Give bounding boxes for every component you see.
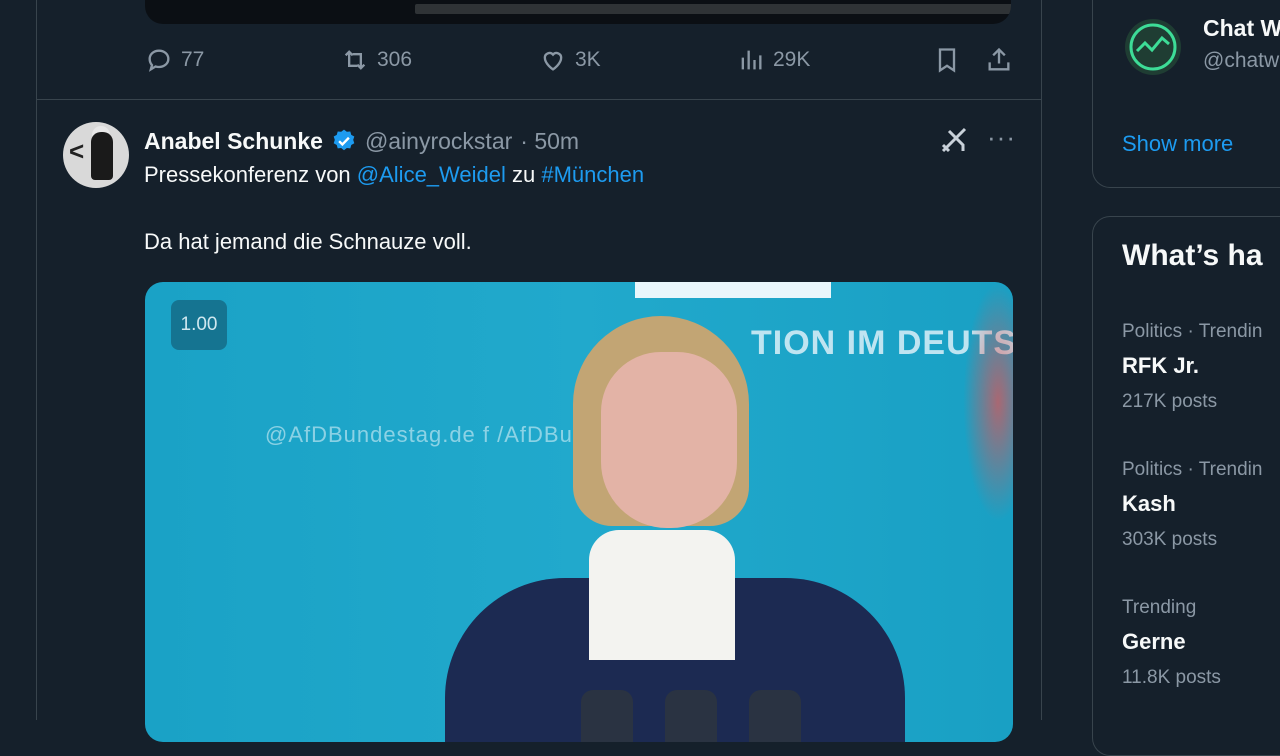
trend-topic: Gerne (1122, 629, 1186, 654)
hashtag-link[interactable]: #München (541, 162, 644, 187)
account-handle[interactable]: @chatw (1203, 49, 1279, 73)
tweet-text-line1: Pressekonferenz von @Alice_Weidel zu #Mü… (144, 162, 644, 188)
microphone (665, 690, 717, 742)
chart-logo-icon (1129, 23, 1177, 71)
repost-count: 306 (377, 48, 413, 71)
trend-topic: RFK Jr. (1122, 353, 1200, 378)
grok-icon[interactable] (939, 125, 969, 155)
account-name[interactable]: Chat W (1203, 15, 1280, 42)
previous-tweet-media[interactable] (145, 0, 1011, 24)
verified-badge-icon (333, 129, 355, 151)
mention-link[interactable]: @Alice_Weidel (357, 162, 506, 187)
bookmark-button[interactable] (933, 46, 961, 74)
avatar-figure (91, 132, 113, 180)
trend-count: 11.8K posts (1122, 667, 1221, 688)
who-to-follow-panel: Chat W @chatw Show more (1092, 0, 1280, 188)
microphone (749, 690, 801, 742)
avatar-chevron-glyph: < (69, 136, 85, 166)
previous-tweet-actions: 77 306 3K 29K (145, 46, 1013, 80)
microphone (581, 690, 633, 742)
like-button[interactable]: 3K (539, 46, 601, 74)
timeline: 77 306 3K 29K < Anabel Schunke @ainyrock… (36, 0, 1042, 742)
tweet-text-prefix: Pressekonferenz von (144, 162, 357, 187)
show-more-link[interactable]: Show more (1122, 131, 1233, 157)
author-handle[interactable]: @ainyrockstar (365, 128, 512, 155)
more-options-icon[interactable]: ··· (987, 122, 1016, 153)
bookmark-icon (938, 48, 956, 73)
video-progress-bar[interactable] (415, 4, 1011, 14)
repost-icon (344, 50, 366, 70)
heart-icon (543, 51, 563, 71)
like-count: 3K (575, 48, 601, 71)
video-banner (635, 282, 831, 298)
chat-account-avatar[interactable] (1125, 19, 1181, 75)
reply-count: 77 (181, 48, 205, 71)
share-icon (988, 47, 1010, 71)
playback-speed-badge[interactable]: 1.00 (171, 300, 227, 350)
trend-context: Politics · Trendin (1122, 459, 1263, 480)
trend-topic: Kash (1122, 491, 1176, 516)
whats-happening-title: What’s ha (1122, 239, 1263, 272)
video-red-blur (963, 282, 1013, 522)
repost-button[interactable]: 306 (341, 46, 412, 74)
tweet-text-mid: zu (505, 162, 542, 187)
tweet-divider (37, 99, 1041, 100)
speaker-face (601, 352, 737, 528)
trend-count: 217K posts (1122, 391, 1218, 412)
author-name[interactable]: Anabel Schunke (144, 128, 323, 155)
trend-context: Politics · Trendin (1122, 321, 1263, 342)
views-icon (741, 50, 762, 70)
tweet-time[interactable]: · 50m (520, 128, 579, 155)
views-button[interactable]: 29K (737, 46, 810, 74)
tweet-header: Anabel Schunke @ainyrockstar · 50m (144, 124, 579, 158)
tweet-text-line2: Da hat jemand die Schnauze voll. (144, 229, 472, 254)
tweet-video[interactable]: TION IM DEUTSC @AfDBundestag.de f /AfDBu… (145, 282, 1013, 742)
speaker-turtleneck (589, 530, 735, 660)
trend-item[interactable]: Politics · Trendin Kash 303K posts (1122, 459, 1262, 551)
trend-context: Trending (1122, 597, 1197, 618)
trend-count: 303K posts (1122, 529, 1218, 550)
whats-happening-panel: What’s ha Politics · Trendin RFK Jr. 217… (1092, 216, 1280, 756)
reply-icon (148, 49, 170, 72)
reply-button[interactable]: 77 (145, 46, 204, 74)
trend-item[interactable]: Trending Gerne 11.8K posts (1122, 597, 1221, 689)
trend-item[interactable]: Politics · Trendin RFK Jr. 217K posts (1122, 321, 1262, 413)
avatar[interactable]: < (63, 122, 129, 188)
views-count: 29K (773, 48, 811, 71)
right-sidebar: Chat W @chatw Show more What’s ha Politi… (1092, 0, 1280, 756)
share-button[interactable] (985, 46, 1013, 74)
